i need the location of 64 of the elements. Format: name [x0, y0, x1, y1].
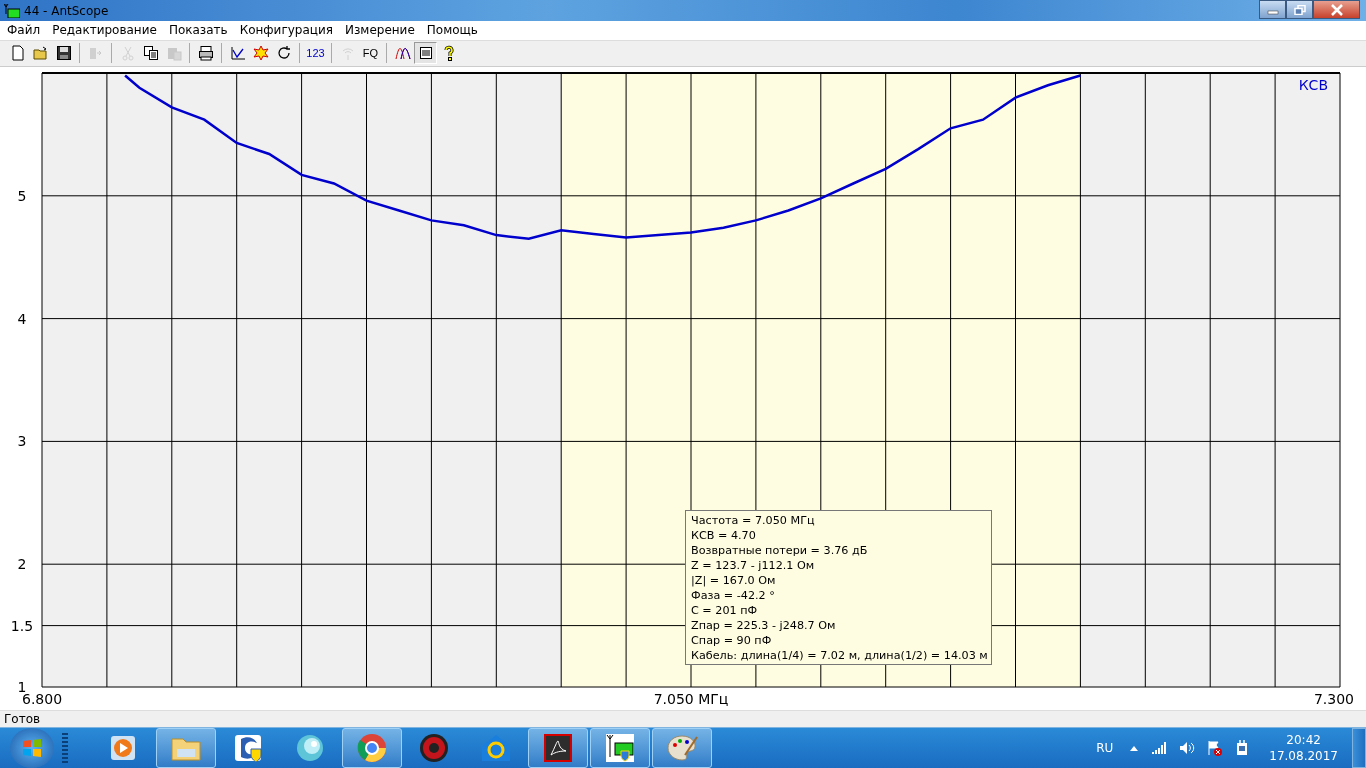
tooltip-line: Кабель: длина(1/4) = 7.02 м, длина(1/2) = 14.03 м	[691, 647, 988, 663]
y-tick-label: 1.5	[10, 617, 34, 634]
x-tick-label: 7.300	[1313, 690, 1354, 707]
power-plug-icon[interactable]	[1235, 740, 1250, 756]
tooltip-line: Z = 123.7 - j112.1 Ом	[691, 557, 816, 573]
toolbar-button[interactable]: 123	[304, 42, 327, 65]
toolbar-button[interactable]	[414, 42, 437, 65]
status-text: Готов	[4, 711, 41, 726]
tooltip-line: Частота = 7.050 МГц	[691, 512, 816, 528]
y-tick-label: 5	[17, 187, 27, 204]
burst-icon	[252, 45, 269, 62]
pdf-icon	[541, 731, 575, 765]
close-icon	[1329, 3, 1344, 16]
open-icon	[32, 45, 49, 62]
y-tick-label: 3	[17, 433, 27, 449]
graph-icon	[229, 45, 246, 62]
tooltip-line: КСВ = 4.70	[691, 527, 757, 543]
taskbar-button[interactable]	[590, 728, 650, 768]
tooltip-line: Cпар = 90 пФ	[691, 632, 773, 648]
menu-item[interactable]: Измерение	[338, 23, 421, 38]
browser-icon	[355, 731, 389, 765]
toolbar-button[interactable]: FQ	[359, 42, 382, 65]
copy-icon	[142, 45, 159, 62]
tooltip-line: Фаза = -42.2 °	[691, 587, 776, 603]
tooltip-line: |Z| = 167.0 Ом	[691, 572, 777, 588]
maximize-button[interactable]	[1286, 0, 1313, 19]
window-title: 44 - AntScope	[24, 3, 109, 18]
tooltip-line: Zпар = 225.3 - j248.7 Ом	[691, 617, 837, 633]
menu-item[interactable]: Редактирование	[46, 23, 163, 38]
x-tick-label: 7.050 МГц	[653, 690, 729, 707]
volume-icon[interactable]	[1179, 741, 1196, 755]
tooltip-line: Возвратные потери = 3.76 дБ	[691, 542, 869, 558]
minimize-button[interactable]	[1259, 0, 1286, 19]
new-icon	[9, 45, 26, 62]
close-button[interactable]	[1313, 0, 1360, 19]
menu-item[interactable]: Файл	[1, 23, 47, 38]
start-button[interactable]	[10, 728, 54, 768]
list-icon	[417, 45, 434, 62]
signal-icon[interactable]	[1151, 741, 1168, 755]
language-indicator[interactable]: RU	[1096, 741, 1114, 755]
series-label: КСВ	[1298, 76, 1328, 93]
menu-item[interactable]: Конфигурация	[233, 23, 339, 38]
curves-icon	[394, 45, 411, 62]
refresh-icon	[275, 45, 292, 62]
taskbar-button[interactable]	[342, 728, 402, 768]
y-tick-label: 4	[17, 310, 27, 327]
paste-icon	[165, 45, 182, 62]
tray-expand-icon[interactable]	[1129, 744, 1140, 752]
clock-date: 17.08.2017	[1269, 748, 1338, 764]
tooltip-line: C = 201 пФ	[691, 602, 759, 618]
taskbar-button[interactable]	[528, 728, 588, 768]
clock[interactable]: 20:42 17.08.2017	[1269, 732, 1338, 764]
print-icon	[197, 45, 214, 62]
save-icon	[55, 45, 72, 62]
clock-time: 20:42	[1286, 732, 1321, 748]
y-tick-label: 2	[17, 555, 27, 572]
export-icon	[87, 45, 104, 62]
menu-item[interactable]: Помощь	[420, 23, 484, 38]
restore-icon	[1293, 4, 1306, 15]
flag-icon[interactable]	[1207, 740, 1224, 756]
menu-item[interactable]: Показать	[162, 23, 234, 38]
y-tick-label: 1	[17, 678, 27, 695]
cut-icon	[119, 45, 136, 62]
app-icon	[4, 3, 20, 18]
